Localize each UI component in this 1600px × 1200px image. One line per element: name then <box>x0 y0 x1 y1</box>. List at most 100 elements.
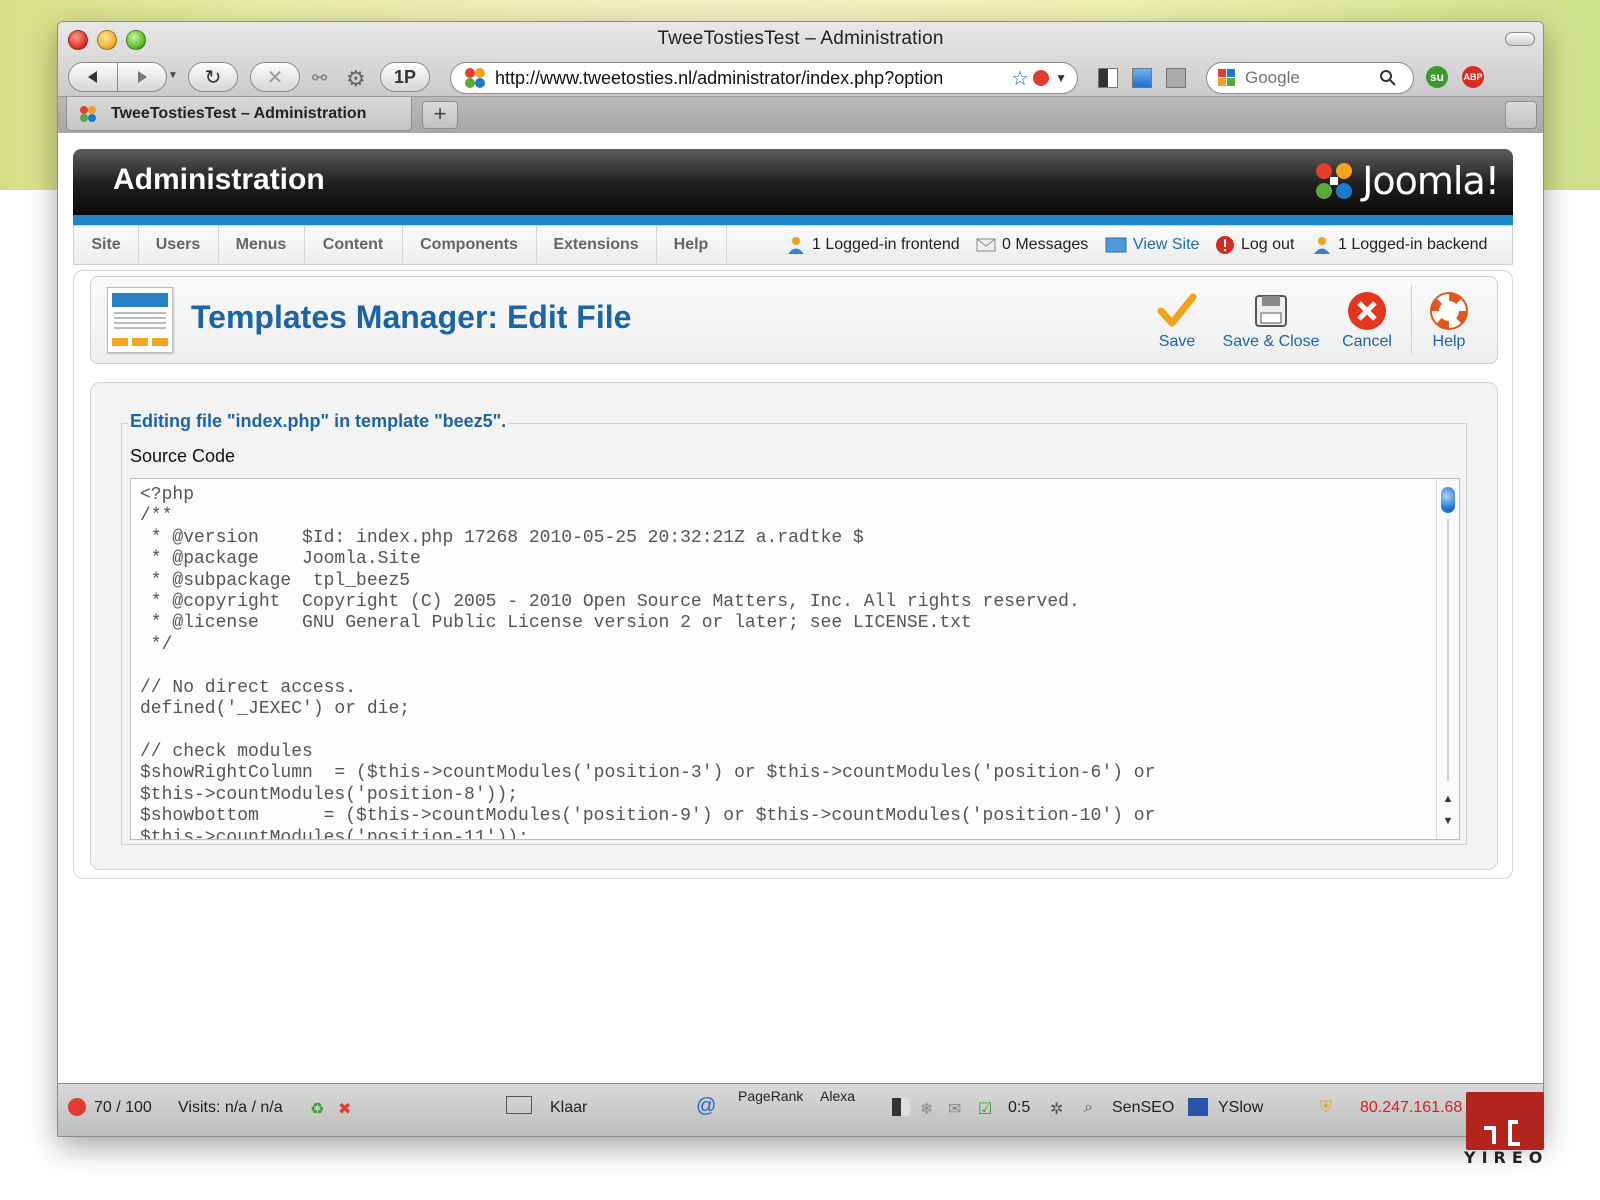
bookmark-star-icon[interactable]: ☆ <box>1011 66 1029 91</box>
scrollbar-thumb[interactable] <box>1441 487 1455 513</box>
stop-button[interactable]: ✕ <box>250 62 300 92</box>
tab-favicon-icon <box>80 105 96 122</box>
cancel-x-icon <box>1348 292 1386 330</box>
extension-icon-3[interactable] <box>1166 68 1186 88</box>
back-button[interactable] <box>68 62 118 92</box>
firebug-icon[interactable]: ✲ <box>1050 1099 1063 1119</box>
help-label: Help <box>1432 333 1466 350</box>
senseo-label[interactable]: SenSEO <box>1112 1099 1174 1117</box>
joomla-wordmark: Joomla! <box>1362 159 1500 203</box>
menu-content[interactable]: Content <box>304 226 403 264</box>
toolbar-box: Templates Manager: Edit File Save Save &… <box>90 276 1498 364</box>
user-icon <box>1314 237 1330 254</box>
joomla-logo-icon <box>1316 163 1353 199</box>
logout-label: Log out <box>1241 236 1295 253</box>
help-lifebuoy-icon <box>1430 292 1468 330</box>
url-text: http://www.tweetosties.nl/administrator/… <box>495 67 944 88</box>
logged-in-frontend-label: 1 Logged-in frontend <box>812 236 960 253</box>
tab-list-button[interactable] <box>1505 101 1537 129</box>
template-manager-icon <box>107 287 173 353</box>
admin-header: Administration Joomla! <box>73 149 1513 215</box>
snowflake-icon[interactable]: ❄ <box>920 1099 933 1119</box>
menu-users[interactable]: Users <box>138 226 219 264</box>
joomla-logo: Joomla! <box>1312 159 1500 203</box>
gear-icon[interactable]: ⚙ <box>346 66 366 92</box>
close-x-icon[interactable]: ✖ <box>338 1099 351 1119</box>
address-bar[interactable]: http://www.tweetosties.nl/administrator/… <box>450 62 1078 94</box>
yslow-label[interactable]: YSlow <box>1218 1099 1263 1117</box>
toolbar-toggle-button[interactable] <box>1505 32 1535 46</box>
check-icon[interactable]: ☑ <box>978 1099 992 1119</box>
score-text: 70 / 100 <box>94 1099 152 1116</box>
save-label: Save <box>1158 333 1196 350</box>
block-icon[interactable] <box>1033 70 1050 86</box>
menu-extensions[interactable]: Extensions <box>536 226 657 264</box>
logged-in-backend: 1 Logged-in backend <box>1312 226 1487 264</box>
url-dropdown-icon[interactable]: ▼ <box>1055 71 1067 85</box>
floppy-disk-icon <box>1255 295 1287 327</box>
onepassword-button[interactable]: 1P <box>380 62 430 92</box>
status-text: Klaar <box>550 1099 588 1116</box>
search-bar[interactable] <box>1206 62 1414 94</box>
search-input[interactable] <box>1243 67 1367 89</box>
admin-title: Administration <box>113 163 325 196</box>
webdev-icon[interactable] <box>892 1098 910 1116</box>
view-site-link[interactable]: View Site <box>1105 226 1199 264</box>
scroll-up-icon[interactable]: ▲ <box>1440 791 1456 807</box>
counter-text: 0:5 <box>1008 1099 1031 1116</box>
menu-components[interactable]: Components <box>402 226 537 264</box>
logged-in-backend-label: 1 Logged-in backend <box>1338 236 1488 253</box>
link-icon[interactable]: ⚯ <box>312 68 327 89</box>
google-icon <box>1218 69 1235 86</box>
tab-label: TweeTostiesTest – Administration <box>111 104 367 122</box>
mail-icon[interactable]: ✉ <box>948 1099 961 1119</box>
forward-button[interactable] <box>117 62 167 92</box>
forward-icon <box>138 71 147 83</box>
alexa-label: Alexa <box>820 1088 856 1104</box>
messages-icon <box>976 238 996 252</box>
save-close-button[interactable]: Save & Close <box>1221 289 1321 351</box>
reload-icon: ↻ <box>204 66 222 89</box>
page-title: Templates Manager: Edit File <box>191 299 632 335</box>
source-code-text[interactable]: <?php /** * @version $Id: index.php 1726… <box>131 479 1459 839</box>
editing-legend: Editing file "index.php" in template "be… <box>128 411 509 432</box>
at-icon[interactable]: @ <box>696 1095 716 1118</box>
menu-site[interactable]: Site <box>74 226 139 264</box>
new-tab-button[interactable]: + <box>422 101 458 129</box>
status-monitor-icon[interactable] <box>506 1096 532 1114</box>
tab-active[interactable]: TweeTostiesTest – Administration <box>66 97 412 131</box>
save-checkmark-icon <box>1157 293 1197 327</box>
scrollbar-track <box>1447 519 1449 781</box>
tab-strip: TweeTostiesTest – Administration + <box>58 96 1543 133</box>
help-button[interactable]: Help <box>1399 289 1499 351</box>
adblock-icon[interactable]: ABP <box>1462 66 1484 88</box>
extension-icon-1[interactable] <box>1098 68 1118 88</box>
messages-label: 0 Messages <box>1002 236 1089 253</box>
stumbleupon-icon[interactable]: su <box>1426 66 1448 88</box>
search-icon[interactable] <box>1379 69 1397 87</box>
menu-help[interactable]: Help <box>656 226 727 264</box>
reload-button[interactable]: ↻ <box>188 62 238 92</box>
yireo-logo-mark <box>1466 1092 1544 1150</box>
menu-menus[interactable]: Menus <box>218 226 305 264</box>
yslow-icon[interactable] <box>1188 1098 1208 1116</box>
history-dropdown-icon[interactable]: ▼ <box>168 70 178 81</box>
pagerank-label: PageRank <box>738 1088 804 1104</box>
page-content: Administration Joomla! Site Users Menus … <box>58 133 1543 1083</box>
source-code-editor[interactable]: <?php /** * @version $Id: index.php 1726… <box>130 478 1460 840</box>
yireo-wordmark: YIREO <box>1464 1148 1549 1167</box>
score-icon[interactable] <box>68 1098 86 1116</box>
messages-status[interactable]: 0 Messages <box>976 226 1088 264</box>
editing-fieldset: Editing file "index.php" in template "be… <box>121 411 1467 845</box>
scroll-down-icon[interactable]: ▼ <box>1440 813 1456 829</box>
shield-icon[interactable]: ⛨ <box>1320 1099 1332 1117</box>
magnifier-icon[interactable]: ⌕ <box>1084 1099 1093 1117</box>
logout-link[interactable]: Log out <box>1215 226 1294 264</box>
recycle-icon[interactable]: ♻ <box>310 1099 324 1119</box>
editor-scrollbar[interactable]: ▲ ▼ <box>1436 479 1459 839</box>
save-button[interactable]: Save <box>1127 289 1227 351</box>
header-stripe <box>73 215 1513 225</box>
extension-icon-2[interactable] <box>1132 68 1152 88</box>
nav-button-group <box>68 62 168 92</box>
view-site-icon <box>1105 237 1127 253</box>
